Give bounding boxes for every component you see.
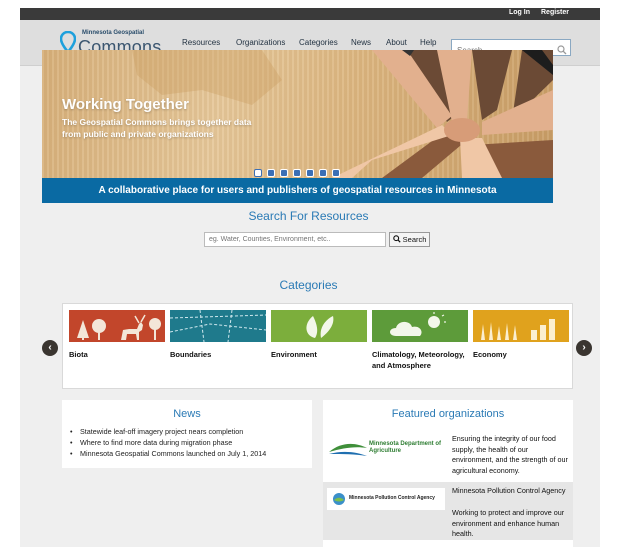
org-description: Ensuring the integrity of our food suppl… <box>452 434 568 475</box>
boundaries-image <box>170 310 266 342</box>
categories-title: Categories <box>279 278 338 292</box>
category-biota[interactable]: Biota <box>69 310 165 361</box>
resource-search-input[interactable] <box>204 232 386 247</box>
org-logo-text: Minnesota Department of Agriculture <box>369 441 442 454</box>
featured-organizations-panel: Featured organizations Minnesota Departm… <box>323 400 573 547</box>
carousel-dot[interactable] <box>332 169 340 177</box>
nav-organizations[interactable]: Organizations <box>236 38 285 47</box>
category-economy[interactable]: Economy <box>473 310 569 361</box>
org-logo-text: Minnesota Pollution Control Agency <box>349 495 435 501</box>
logo-subtitle: Minnesota Geospatial <box>82 30 145 36</box>
hero-carousel[interactable]: Working Together The Geospatial Commons … <box>42 50 553 178</box>
carousel-dot[interactable] <box>280 169 288 177</box>
category-label: Environment <box>271 350 317 359</box>
search-resources-title: Search For Resources <box>248 209 369 223</box>
hero-text: The Geospatial Commons brings together d… <box>62 117 252 139</box>
featured-org[interactable]: Minnesota Department of Agriculture Ensu… <box>323 432 573 484</box>
top-bar: Log In Register <box>20 8 600 20</box>
register-link[interactable]: Register <box>541 9 569 16</box>
hero-title: Working Together <box>62 96 189 113</box>
pollution-control-logo-mark <box>333 493 345 505</box>
news-panel: News Statewide leaf-off imagery project … <box>62 400 312 468</box>
featured-org[interactable]: Minnesota Pollution Control Agency Minne… <box>323 482 573 540</box>
nav-resources[interactable]: Resources <box>182 38 220 47</box>
resource-search-button[interactable]: Search <box>389 232 430 247</box>
news-item[interactable]: Where to find more data during migration… <box>70 437 312 448</box>
carousel-next-arrow[interactable]: › <box>576 340 592 356</box>
climatology-image <box>372 310 468 342</box>
category-climatology[interactable]: Climatology, Meteorology, and Atmosphere <box>372 310 468 371</box>
categories-carousel: Biota Boundaries Environment Climatology… <box>62 303 573 389</box>
carousel-dot[interactable] <box>319 169 327 177</box>
category-environment[interactable]: Environment <box>271 310 367 361</box>
carousel-dots <box>254 164 345 177</box>
featured-title: Featured organizations <box>391 408 505 420</box>
carousel-dot[interactable] <box>306 169 314 177</box>
carousel-dot[interactable] <box>293 169 301 177</box>
economy-image <box>473 310 569 342</box>
news-list: Statewide leaf-off imagery project nears… <box>70 426 312 459</box>
tagline-banner: A collaborative place for users and publ… <box>42 178 553 203</box>
nav-help[interactable]: Help <box>420 38 436 47</box>
news-item[interactable]: Statewide leaf-off imagery project nears… <box>70 426 312 437</box>
category-boundaries[interactable]: Boundaries <box>170 310 266 361</box>
news-item[interactable]: Minnesota Geospatial Commons launched on… <box>70 448 312 459</box>
nav-categories[interactable]: Categories <box>299 38 338 47</box>
org-description: Working to protect and improve our envir… <box>452 508 565 538</box>
org-name: Minnesota Pollution Control Agency <box>452 486 566 495</box>
carousel-prev-arrow[interactable]: ‹ <box>42 340 58 356</box>
search-icon <box>392 235 401 243</box>
search-icon[interactable] <box>557 42 567 60</box>
login-link[interactable]: Log In <box>509 9 530 16</box>
category-label: Biota <box>69 350 88 359</box>
hands-together-image <box>132 50 553 178</box>
pollution-control-logo: Minnesota Pollution Control Agency <box>327 488 445 510</box>
environment-image <box>271 310 367 342</box>
carousel-dot[interactable] <box>254 169 262 177</box>
category-label: Boundaries <box>170 350 212 359</box>
category-label: Economy <box>473 350 507 359</box>
news-title: News <box>173 408 201 420</box>
agriculture-logo: Minnesota Department of Agriculture <box>327 434 445 464</box>
resource-search-label: Search <box>402 235 427 244</box>
category-label: Climatology, Meteorology, and Atmosphere <box>372 350 465 370</box>
biota-image <box>69 310 165 342</box>
carousel-dot[interactable] <box>267 169 275 177</box>
nav-news[interactable]: News <box>351 38 371 47</box>
nav-about[interactable]: About <box>386 38 407 47</box>
